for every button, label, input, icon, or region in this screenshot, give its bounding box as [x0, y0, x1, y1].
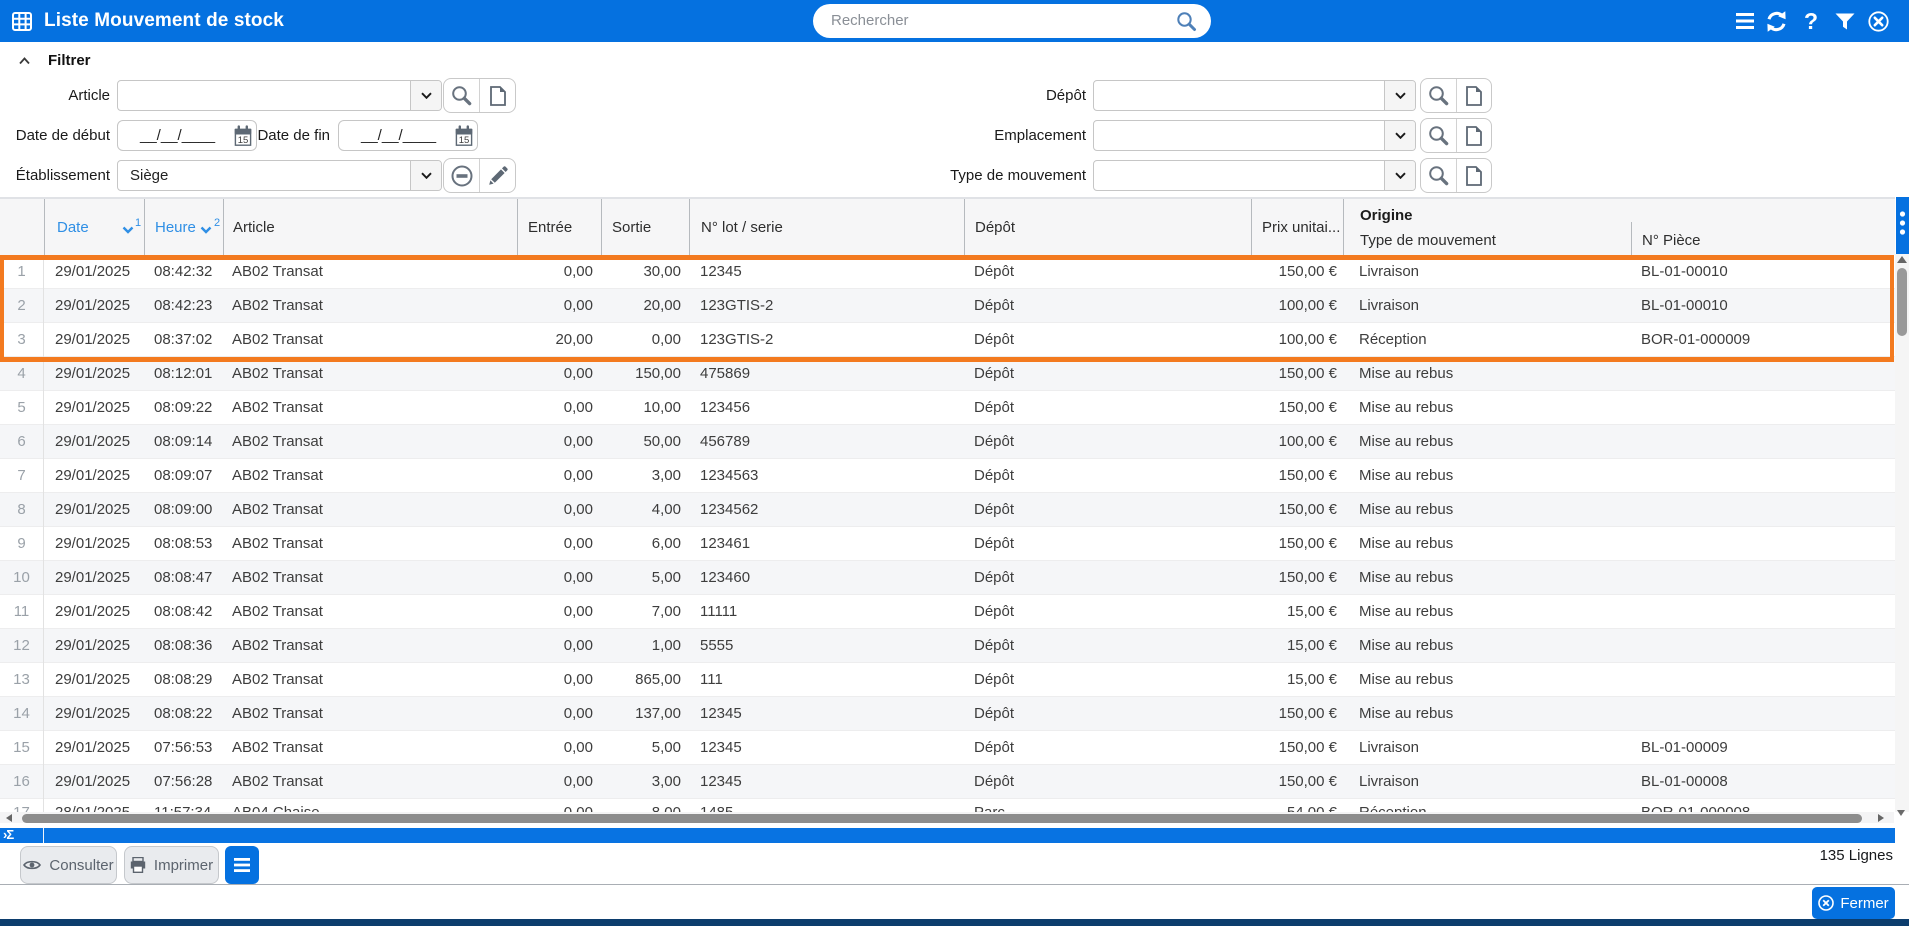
svg-text:15: 15: [459, 135, 470, 146]
